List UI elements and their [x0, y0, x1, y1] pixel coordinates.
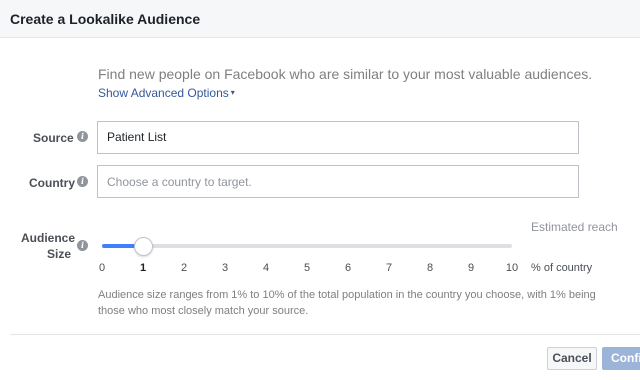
- slider-tick: 6: [344, 262, 352, 274]
- info-icon[interactable]: i: [77, 176, 88, 187]
- slider-tick: 8: [426, 262, 434, 274]
- audience-size-slider-thumb[interactable]: [134, 237, 153, 256]
- slider-tick-selected: 1: [139, 262, 147, 274]
- show-advanced-options-link[interactable]: Show Advanced Options ▾: [98, 86, 235, 100]
- advanced-options-label: Show Advanced Options: [98, 86, 229, 100]
- source-input[interactable]: Patient List: [97, 121, 579, 154]
- country-input[interactable]: [97, 165, 579, 198]
- source-label: Source: [33, 131, 74, 145]
- estimated-reach-label: Estimated reach: [531, 220, 618, 234]
- audience-size-help-text: Audience size ranges from 1% to 10% of t…: [98, 289, 596, 317]
- info-icon[interactable]: i: [77, 240, 88, 251]
- dialog-header: Create a Lookalike Audience: [0, 0, 640, 38]
- cancel-button[interactable]: Cancel: [547, 347, 597, 370]
- slider-tick: 0: [98, 262, 106, 274]
- audience-size-label-line2: Size: [46, 247, 71, 261]
- caret-down-icon: ▾: [230, 88, 235, 97]
- footer-divider: [10, 334, 640, 335]
- slider-tick: 7: [385, 262, 393, 274]
- slider-tick: 10: [505, 262, 519, 274]
- slider-tick: 4: [262, 262, 270, 274]
- audience-size-slider-track[interactable]: [102, 244, 512, 248]
- slider-tick: 3: [221, 262, 229, 274]
- slider-tick: 9: [467, 262, 475, 274]
- country-label: Country: [29, 176, 75, 190]
- intro-text: Find new people on Facebook who are simi…: [98, 66, 593, 82]
- percent-of-country-label: % of country: [531, 262, 593, 274]
- lookalike-dialog: Create a Lookalike Audience Find new peo…: [0, 0, 640, 380]
- audience-size-label: Audience Size: [21, 230, 76, 262]
- dialog-title: Create a Lookalike Audience: [10, 11, 201, 27]
- info-icon[interactable]: i: [77, 131, 88, 142]
- confirm-button[interactable]: Confirm: [602, 347, 640, 370]
- slider-tick: 5: [303, 262, 311, 274]
- slider-tick: 2: [180, 262, 188, 274]
- audience-size-label-line1: Audience: [21, 231, 76, 245]
